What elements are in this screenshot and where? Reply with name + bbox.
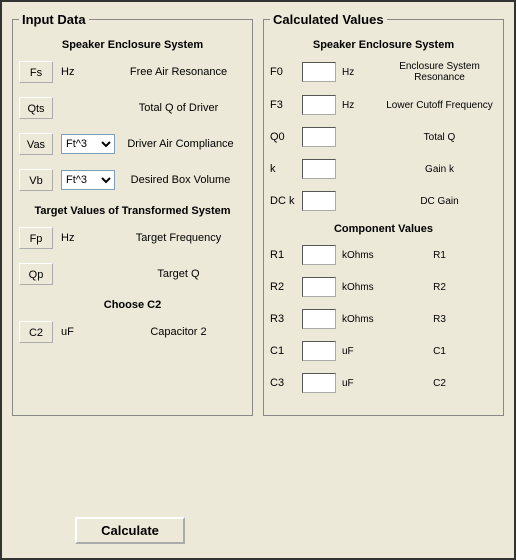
out-value-f3 — [302, 95, 336, 115]
param-name-fs: Fs — [19, 61, 53, 83]
input-row-qts: Qts Total Q of Driver — [19, 97, 246, 119]
out-value-r3 — [302, 309, 336, 329]
input-row-vb: Vb Ft^3 Desired Box Volume — [19, 169, 246, 191]
calculate-wrap: Calculate — [2, 517, 258, 544]
output-row-r2: R2 kOhms R2 — [270, 277, 497, 297]
desc-vb: Desired Box Volume — [119, 174, 246, 186]
calculated-values-panel: Calculated Values Speaker Enclosure Syst… — [263, 12, 504, 416]
out-unit-c3: uF — [342, 378, 384, 389]
desc-c2: Capacitor 2 — [115, 326, 246, 338]
out-value-q0 — [302, 127, 336, 147]
out-desc-k: Gain k — [384, 164, 497, 175]
out-desc-dck: DC Gain — [384, 196, 497, 207]
out-unit-f3: Hz — [342, 100, 384, 111]
output-row-r1: R1 kOhms R1 — [270, 245, 497, 265]
out-unit-r2: kOhms — [342, 282, 384, 293]
out-value-r2 — [302, 277, 336, 297]
input-row-vas: Vas Ft^3 Driver Air Compliance — [19, 133, 246, 155]
input-row-c2: C2 uF Capacitor 2 — [19, 321, 246, 343]
out-unit-c1: uF — [342, 346, 384, 357]
out-value-f0 — [302, 62, 336, 82]
out-desc-r2: R2 — [384, 282, 497, 293]
output-row-r3: R3 kOhms R3 — [270, 309, 497, 329]
output-row-q0: Q0 Total Q — [270, 127, 497, 147]
unit-fs: Hz — [59, 66, 111, 78]
unit-c2: uF — [59, 326, 111, 338]
out-desc-f0: Enclosure System Resonance — [384, 61, 497, 83]
out-name-r2: R2 — [270, 281, 300, 293]
out-desc-c1: C1 — [384, 346, 497, 357]
out-name-k: k — [270, 163, 300, 175]
out-name-f3: F3 — [270, 99, 300, 111]
output-row-k: k Gain k — [270, 159, 497, 179]
out-value-dck — [302, 191, 336, 211]
unit-vb-select[interactable]: Ft^3 — [61, 170, 115, 190]
output-section1-heading: Speaker Enclosure System — [270, 39, 497, 51]
input-row-qp: Qp Target Q — [19, 263, 246, 285]
output-row-dck: DC k DC Gain — [270, 191, 497, 211]
input-section2-heading: Target Values of Transformed System — [19, 205, 246, 217]
output-section2-heading: Component Values — [270, 223, 497, 235]
columns: Input Data Speaker Enclosure System Fs H… — [12, 12, 504, 416]
out-unit-f0: Hz — [342, 67, 384, 78]
input-data-panel: Input Data Speaker Enclosure System Fs H… — [12, 12, 253, 416]
param-name-qp: Qp — [19, 263, 53, 285]
out-value-c1 — [302, 341, 336, 361]
param-name-vas: Vas — [19, 133, 53, 155]
out-desc-f3: Lower Cutoff Frequency — [384, 100, 497, 111]
out-name-r1: R1 — [270, 249, 300, 261]
param-name-c2: C2 — [19, 321, 53, 343]
input-section3-heading: Choose C2 — [19, 299, 246, 311]
out-desc-r3: R3 — [384, 314, 497, 325]
out-value-c3 — [302, 373, 336, 393]
desc-qts: Total Q of Driver — [115, 102, 246, 114]
output-row-f3: F3 Hz Lower Cutoff Frequency — [270, 95, 497, 115]
app-window: Input Data Speaker Enclosure System Fs H… — [0, 0, 516, 560]
desc-qp: Target Q — [115, 268, 246, 280]
output-legend: Calculated Values — [270, 12, 387, 27]
out-name-dck: DC k — [270, 195, 300, 207]
input-row-fs: Fs Hz Free Air Resonance — [19, 61, 246, 83]
calculate-button[interactable]: Calculate — [75, 517, 185, 544]
input-legend: Input Data — [19, 12, 89, 27]
out-desc-r1: R1 — [384, 250, 497, 261]
desc-vas: Driver Air Compliance — [119, 138, 246, 150]
input-row-fp: Fp Hz Target Frequency — [19, 227, 246, 249]
param-name-fp: Fp — [19, 227, 53, 249]
unit-vas-wrap: Ft^3 — [59, 134, 115, 154]
out-desc-q0: Total Q — [384, 132, 497, 143]
out-name-q0: Q0 — [270, 131, 300, 143]
out-name-f0: F0 — [270, 66, 300, 78]
out-desc-c3: C2 — [384, 378, 497, 389]
desc-fs: Free Air Resonance — [115, 66, 246, 78]
param-name-qts: Qts — [19, 97, 53, 119]
input-section1-heading: Speaker Enclosure System — [19, 39, 246, 51]
out-name-c1: C1 — [270, 345, 300, 357]
unit-fp: Hz — [59, 232, 111, 244]
output-row-c1: C1 uF C1 — [270, 341, 497, 361]
output-row-c3: C3 uF C2 — [270, 373, 497, 393]
out-unit-r1: kOhms — [342, 250, 384, 261]
out-value-k — [302, 159, 336, 179]
desc-fp: Target Frequency — [115, 232, 246, 244]
out-name-c3: C3 — [270, 377, 300, 389]
out-unit-r3: kOhms — [342, 314, 384, 325]
unit-vas-select[interactable]: Ft^3 — [61, 134, 115, 154]
unit-vb-wrap: Ft^3 — [59, 170, 115, 190]
out-name-r3: R3 — [270, 313, 300, 325]
param-name-vb: Vb — [19, 169, 53, 191]
out-value-r1 — [302, 245, 336, 265]
output-row-f0: F0 Hz Enclosure System Resonance — [270, 61, 497, 83]
